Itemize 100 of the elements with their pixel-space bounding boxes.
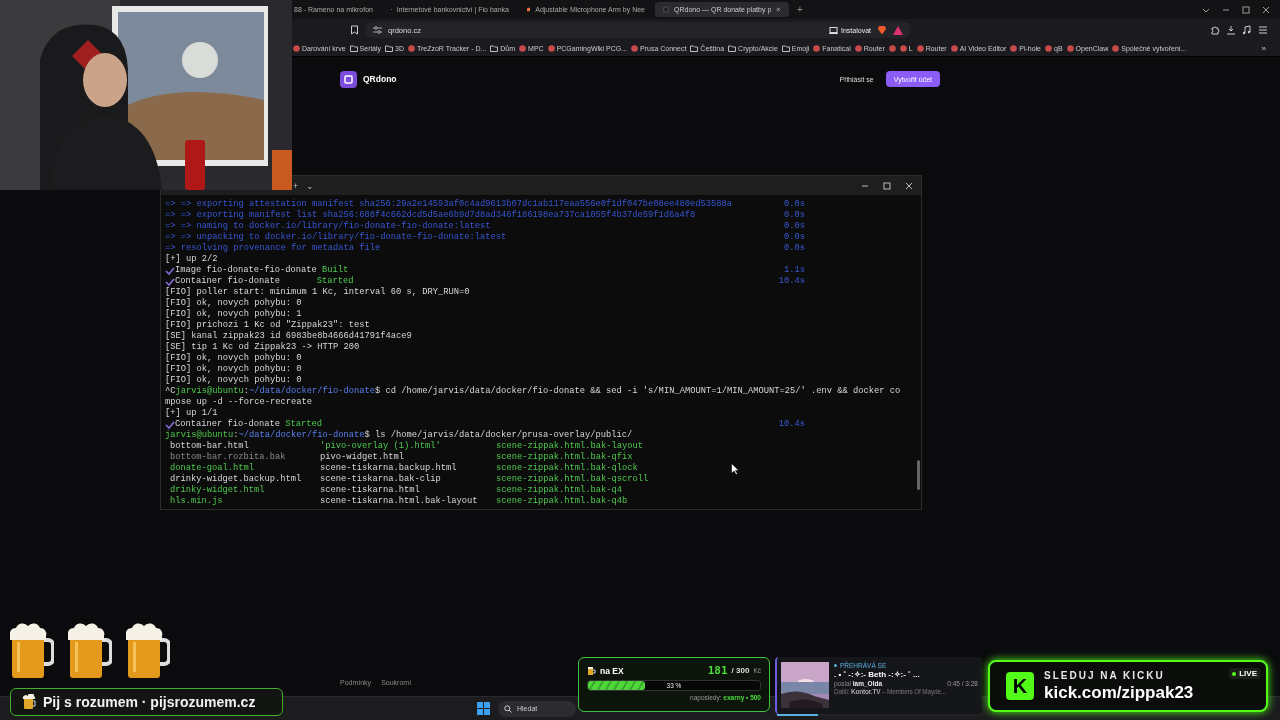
terminal-line: Container fio-donate Started (175, 276, 354, 287)
site-favicon-icon (899, 45, 907, 52)
goal-title: na EX (600, 665, 624, 676)
logo-text[interactable]: QRdono (363, 74, 397, 84)
folder-icon (781, 45, 790, 52)
file-name: scene-zippak.html.bak-q4 (496, 485, 623, 496)
duration-text: 0.0s (784, 232, 805, 243)
download-icon[interactable] (1226, 25, 1236, 35)
folder-icon (385, 45, 393, 52)
site-favicon-icon (663, 5, 669, 14)
site-favicon-icon (1112, 45, 1120, 52)
file-name: scene-zippak.html.bak-qfix (496, 452, 633, 463)
site-favicon-icon (1066, 45, 1074, 52)
terminal-line: ^Cjarvis@ubuntu:~/data/docker/fio-donate$ cd /home/jarvis/data/docker/fio-donate && sed -i 's/MIN_AMOUNT=1/MIN_AMOUNT=25/' .env && docker co (165, 386, 901, 397)
site-favicon-icon (527, 5, 531, 14)
duration-text: 1.1s (784, 265, 805, 276)
file-name: scene-zippak.html.bak-qscroll (496, 474, 649, 485)
file-name: bottom-bar.html (170, 441, 249, 452)
tab-control-button[interactable]: ⌄ (306, 180, 315, 191)
bookmark-icon[interactable] (350, 25, 359, 35)
terminal-line: [FIO] poller start: minimum 1 Kc, interval 60 s, DRY_RUN=0 (165, 287, 470, 298)
goal-amount: 181 (707, 664, 728, 677)
search-icon (504, 704, 512, 713)
terminal-line: => => exporting attestation manifest sha256:29a2e14593af0c4ad9613b07dc1ab117eaa556e0f1df047be08ee480ed53588a (165, 199, 733, 210)
terminal-line: Container fio-donate Started (175, 419, 323, 430)
terminal-line: [FIO] ok, novych pohybu: 0 (165, 298, 302, 309)
site-favicon-icon (854, 45, 862, 52)
duration-text: 10.4s (778, 276, 805, 287)
file-name: scene-tiskarna.html (320, 485, 420, 496)
music-note-icon[interactable] (1242, 25, 1252, 35)
lion-shield-icon[interactable] (877, 25, 887, 35)
terminal-line: [+] up 1/1 (165, 408, 218, 419)
beer-mug-icon (10, 622, 54, 680)
duration-text: 10.4s (778, 419, 805, 430)
beer-mug-icon (21, 694, 37, 710)
duration-text: 0.0s (784, 243, 805, 254)
terminal-line: [+] up 2/2 (165, 254, 218, 265)
track-title: . • ˚ -:✧:- Beth -:✧:- ˚ ... (834, 670, 921, 679)
terminal-line: [FIO] ok, novych pohybu: 0 (165, 375, 302, 386)
maximize-icon[interactable] (1242, 5, 1250, 14)
terminal-line: Image fio-donate-fio-donate Built (175, 265, 349, 276)
tab-control-button[interactable]: + (293, 180, 299, 191)
site-favicon-icon (950, 45, 958, 52)
terminal-line: [FIO] prichozi 1 Kc od "Zippak23": test (165, 320, 370, 331)
close-icon[interactable] (905, 181, 913, 190)
beer-mug-icon (68, 622, 112, 680)
site-favicon-icon (1010, 45, 1018, 52)
maximize-icon[interactable] (883, 181, 891, 190)
file-name: 'pivo-overlay (1).html' (320, 441, 441, 452)
kick-url: kick.com/zippak23 (1044, 682, 1194, 703)
triangle-icon[interactable] (893, 25, 903, 35)
puzzle-icon[interactable] (1210, 25, 1220, 35)
qr-logo-icon[interactable] (340, 70, 357, 88)
terminal-line: jarvis@ubuntu:~/data/docker/fio-donate$ ls /home/jarvis/data/docker/prusa-overlay/public/ (165, 430, 633, 441)
file-name: drinky-widget.backup.html (170, 474, 302, 485)
site-settings-icon[interactable] (373, 26, 382, 34)
file-name: pivo-widget.html (320, 452, 404, 463)
file-name: donate-goal.html (170, 463, 254, 474)
site-favicon-icon (813, 45, 821, 52)
kick-logo: K (1006, 672, 1034, 700)
folder-icon (728, 45, 737, 52)
beer-mug-icon (587, 665, 596, 676)
terminal-line: mpose up -d --force-recreate (165, 397, 313, 408)
folder-icon (349, 45, 358, 52)
close-icon[interactable] (1262, 5, 1270, 14)
site-favicon-icon (1045, 45, 1052, 52)
scrollbar-thumb[interactable] (917, 460, 920, 490)
file-name: scene-zippak.html.bak-q4b (496, 496, 628, 507)
file-name: scene-zippak.html.bak-qlock (496, 463, 638, 474)
file-name: drinky-widget.html (170, 485, 265, 496)
terminal-line: [FIO] ok, novych pohybu: 0 (165, 353, 302, 364)
windows-start-icon[interactable] (477, 702, 490, 715)
site-favicon-icon (519, 45, 527, 52)
terminal-line: => => unpacking to docker.io/library/fio-donate-fio-donate:latest (165, 232, 507, 243)
site-favicon-icon (916, 45, 924, 52)
file-name: scene-zippak.html.bak-layout (496, 441, 644, 452)
close-icon[interactable] (776, 6, 781, 13)
live-badge: LIVE (1229, 668, 1260, 679)
site-favicon-icon (547, 45, 555, 52)
menu-icon[interactable] (1258, 25, 1268, 35)
terminal-line: [FIO] ok, novych pohybu: 1 (165, 309, 302, 320)
site-favicon-icon (407, 45, 415, 52)
laptop-icon (829, 26, 839, 34)
terminal-line: [SE] tip 1 Kc od Zippak23 -> HTTP 200 (165, 342, 360, 353)
site-favicon-icon (631, 45, 639, 52)
terminal-line: => => naming to docker.io/library/fio-donate-fio-donate:latest (165, 221, 491, 232)
duration-text: 0.0s (784, 199, 805, 210)
folder-icon (490, 45, 499, 52)
terminal-line: [FIO] ok, novych pohybu: 0 (165, 364, 302, 375)
new-tab-button[interactable]: + (797, 4, 803, 15)
more-bookmarks-button[interactable]: » (1261, 44, 1266, 53)
site-favicon-icon (293, 45, 300, 52)
folder-icon (690, 45, 699, 52)
duration-text: 0.0s (784, 221, 805, 232)
terminal-line: => => exporting manifest list sha256:688f4c662dcd5d5ae6b9d7d8ad346f186198ea737ca1055f4b37de59f1d6a4f8 (165, 210, 696, 221)
duration-text: 0.0s (784, 210, 805, 221)
beer-mug-icon (126, 622, 170, 680)
goal-target: / 300 (731, 666, 750, 675)
file-name: scene-tiskarna.backup.html (320, 463, 457, 474)
terminal-line: => resolving provenance for metadata file (165, 243, 381, 254)
